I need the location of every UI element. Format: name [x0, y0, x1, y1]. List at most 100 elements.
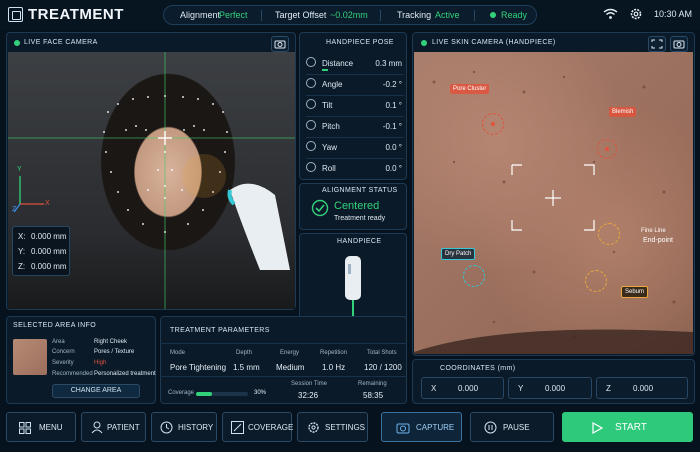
pose-value: -0.1 ° [382, 122, 402, 131]
patient-button[interactable]: PATIENT [81, 412, 146, 442]
pose-label: Roll [322, 164, 336, 173]
area-thumbnail [13, 339, 47, 375]
skin-camera-feed[interactable] [414, 52, 693, 354]
coverage-button-label: COVERAGE [248, 423, 294, 432]
pose-value: 0.0 ° [385, 164, 402, 173]
tracking-value: Active [435, 10, 460, 20]
depth-key: Depth [236, 350, 253, 356]
area-key: Area [52, 339, 65, 345]
skin-snapshot-button[interactable] [670, 36, 688, 52]
severity-key: Severity [52, 360, 74, 366]
angle-icon [306, 78, 316, 88]
edit-coverage-icon [231, 421, 244, 434]
recommended-value: Personalized treatment [94, 371, 156, 377]
pose-value: 0.1 ° [385, 101, 402, 110]
axis-gizmo-icon [13, 176, 44, 213]
gear-icon [308, 422, 319, 433]
face-coords-box: X: 0.000 mm Y: 0.000 mm Z: 0.000 mm [12, 226, 70, 276]
start-label: START [615, 422, 647, 433]
target-offset-value: ~0.02mm [330, 10, 368, 20]
settings-button[interactable]: SETTINGS [297, 412, 368, 442]
user-icon [91, 421, 103, 434]
coverage-fill [196, 392, 212, 396]
settings-label: SETTINGS [325, 423, 366, 432]
tracking-label: Tracking [397, 10, 432, 20]
app-title: TREATMENT [28, 6, 124, 23]
pose-row-distance: Distance 0.3 mm [306, 54, 404, 74]
status-bar: Alignment Perfect Target Offset ~0.02mm … [163, 5, 537, 25]
pose-label: Angle [322, 80, 343, 89]
pose-row-pitch: Pitch -0.1 ° [306, 117, 404, 137]
total-shots-key: Total Shots [367, 350, 397, 356]
pose-value: 0.0 ° [385, 143, 402, 152]
fine-line-marker[interactable] [598, 223, 620, 245]
face-coord-x-label: X: [18, 232, 26, 241]
capture-button[interactable]: CAPTURE [381, 412, 462, 442]
area-value: Right Cheek [94, 339, 128, 345]
skin-camera-title: LIVE SKIN CAMERA (HANDPIECE) [432, 39, 556, 46]
treatment-parameters-title: TREATMENT PARAMETERS [170, 327, 270, 334]
coord-x-field[interactable]: X 0.000 [421, 377, 504, 399]
pause-button[interactable]: PAUSE [470, 412, 554, 442]
dry-patch-marker[interactable] [463, 265, 485, 287]
fullscreen-icon [651, 39, 663, 49]
concern-key: Concern [52, 349, 75, 355]
wifi-icon [603, 8, 618, 19]
coverage-button[interactable]: COVERAGE [222, 412, 294, 442]
pose-label: Yaw [322, 143, 337, 152]
clock-history-icon [160, 421, 173, 434]
change-area-button[interactable]: CHANGE AREA [52, 384, 140, 398]
grid-icon [19, 422, 31, 434]
face-coord-y-value: 0.000 mm [31, 247, 67, 256]
camera-icon [673, 40, 685, 49]
pose-value: -0.2 ° [382, 80, 402, 89]
total-shots-value: 120 / 1200 [364, 363, 402, 372]
coord-z-field[interactable]: Z 0.000 [596, 377, 688, 399]
coord-y-label: Y [518, 384, 524, 393]
session-time-label: Session Time [291, 381, 328, 387]
skin-live-dot-icon [421, 40, 427, 46]
mode-key: Mode [170, 350, 186, 356]
play-icon [592, 422, 603, 434]
face-coord-y-label: Y: [18, 247, 26, 256]
coordinates-title: COORDINATES (mm) [440, 365, 516, 372]
coord-z-label: Z [606, 384, 611, 393]
history-button[interactable]: HISTORY [151, 412, 217, 442]
ready-status: Ready [501, 10, 528, 20]
recommended-key: Recommended [52, 371, 93, 377]
pore-cluster-label: Pore Cluster [450, 84, 490, 94]
handpiece-pose-title: HANDPIECE POSE [326, 39, 394, 46]
remaining-value: 58:35 [363, 391, 384, 400]
sebum-label: Sebum [621, 286, 649, 298]
sebum-marker[interactable] [585, 270, 607, 292]
handpiece-device-image [227, 183, 290, 270]
settings-gear-icon[interactable] [629, 7, 643, 21]
start-button[interactable]: START [562, 412, 693, 442]
coord-y-field[interactable]: Y 0.000 [508, 377, 592, 399]
menu-button[interactable]: MENU [6, 412, 76, 442]
fullscreen-button[interactable] [648, 36, 666, 52]
session-time-value: 32:26 [298, 391, 319, 400]
coord-y-value: 0.000 [545, 384, 566, 393]
distance-bar [322, 69, 328, 71]
coord-x-value: 0.000 [458, 384, 479, 393]
camera-icon [396, 423, 410, 434]
mode-value: Pore Tightening [170, 363, 227, 372]
coverage-label: Coverage [168, 390, 195, 396]
repetition-key: Repetition [320, 350, 348, 356]
capture-label: CAPTURE [416, 423, 455, 432]
pause-icon [484, 421, 497, 434]
depth-value: 1.5 mm [233, 363, 260, 372]
alignment-label: Alignment [180, 10, 221, 20]
repetition-value: 1.0 Hz [322, 363, 346, 372]
pose-value: 0.3 mm [375, 59, 402, 68]
target-offset-label: Target Offset [275, 10, 327, 20]
pore-cluster-dot [491, 122, 495, 126]
severity-value: High [94, 360, 107, 366]
pose-label: Distance [322, 59, 354, 68]
blemish-dot [605, 147, 609, 151]
concern-value: Pores / Texture [94, 349, 135, 355]
alignment-detail: Treatment ready [334, 215, 386, 222]
coverage-value: 30% [254, 390, 267, 396]
face-snapshot-button[interactable] [271, 36, 289, 52]
